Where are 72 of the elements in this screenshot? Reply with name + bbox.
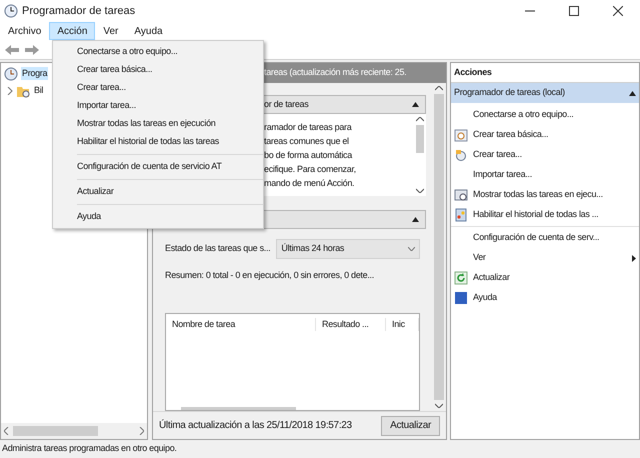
status-text: Administra tareas programadas en otro equipo. (0, 440, 640, 458)
column-header[interactable]: Inic (386, 318, 419, 332)
horizontal-scrollbar[interactable] (1, 423, 147, 439)
back-arrow-icon[interactable] (4, 44, 20, 56)
scroll-left-icon[interactable] (4, 427, 9, 435)
menu-option[interactable]: Crear tarea... (77, 81, 126, 95)
menu-option[interactable]: Ayuda (77, 210, 101, 224)
scrollbar-thumb[interactable] (416, 125, 424, 153)
menu-item[interactable]: Ver (95, 22, 126, 40)
menu-option[interactable]: Habilitar el historial de todas las tareas (77, 135, 219, 149)
menu-option[interactable]: Crear tarea básica... (77, 63, 152, 77)
section-title: or de tareas (264, 98, 308, 111)
action-link[interactable]: Configuración de cuenta de serv... (473, 231, 600, 245)
description-line: mando de menú Acción. (264, 177, 356, 190)
scroll-up-icon[interactable] (435, 86, 443, 91)
action-link[interactable]: Mostrar todas las tareas en ejecu... (473, 188, 603, 202)
clock-icon (454, 148, 468, 162)
vertical-scrollbar[interactable] (432, 83, 446, 411)
action-link[interactable]: Actualizar (473, 271, 510, 285)
action-link[interactable]: Ayuda (473, 291, 497, 305)
description-line: ecifique. Para comenzar, (264, 163, 357, 176)
scroll-down-icon[interactable] (416, 188, 424, 193)
summary-text: Resumen: 0 total - 0 en ejecución, 0 sin errores, 0 dete... (165, 269, 374, 282)
window-clock-icon (454, 188, 468, 202)
refresh-button[interactable]: Actualizar (381, 416, 440, 436)
menu-option[interactable]: Actualizar (77, 185, 114, 199)
scroll-up-icon[interactable] (416, 117, 424, 122)
vertical-scrollbar[interactable] (414, 114, 426, 196)
scrollbar-thumb[interactable] (181, 407, 296, 410)
collapse-arrow-icon[interactable] (629, 90, 636, 96)
clock-icon (4, 4, 18, 18)
menu-item[interactable]: Ayuda (126, 22, 171, 40)
action-link[interactable]: Habilitar el historial de todas las ... (473, 208, 598, 222)
last-update-text: Última actualización a las 25/11/2018 19:57:23 (159, 418, 352, 433)
minimize-icon (525, 10, 535, 12)
menu-option[interactable]: Mostrar todas las tareas en ejecución (77, 117, 216, 131)
scroll-down-icon[interactable] (435, 403, 443, 408)
menu-option[interactable]: Importar tarea... (77, 99, 136, 113)
maximize-icon (569, 6, 579, 16)
collapse-arrow-icon[interactable] (412, 102, 419, 107)
description-line: ramador de tareas para (264, 121, 353, 134)
column-header[interactable]: Nombre de tarea (166, 318, 316, 332)
status-filter-label: Estado de las tareas que s... (165, 242, 270, 256)
tree-item[interactable]: Bil (33, 84, 44, 98)
description-line: tareas comunes que el (264, 135, 350, 148)
close-icon (613, 6, 623, 16)
action-link[interactable]: Crear tarea... (473, 148, 522, 162)
column-header[interactable]: Resultado ... (316, 318, 386, 332)
log-icon (454, 208, 468, 222)
time-range-dropdown[interactable]: Últimas 24 horas (276, 239, 420, 259)
menu-item[interactable]: Archivo (0, 22, 50, 40)
description-line: bo de forma automática (264, 149, 354, 162)
action-link[interactable]: Importar tarea... (473, 168, 532, 182)
scrollbar-thumb[interactable] (434, 94, 444, 400)
action-link[interactable]: Ver (473, 251, 486, 265)
scroll-right-icon[interactable] (139, 427, 144, 435)
scrollbar-thumb[interactable] (13, 426, 98, 436)
forward-arrow-icon[interactable] (24, 44, 40, 56)
dropdown-caret-icon (408, 247, 415, 251)
window-title: Programador de tareas (22, 4, 136, 19)
menu-item[interactable]: Acción (49, 22, 96, 40)
tree-item[interactable]: Progra (21, 66, 48, 80)
action-link[interactable]: Conectarse a otro equipo... (473, 108, 574, 122)
collapse-arrow-icon[interactable] (412, 217, 419, 222)
menu-option[interactable]: Conectarse a otro equipo... (77, 45, 178, 59)
action-link[interactable]: Crear tarea básica... (473, 128, 548, 142)
expand-chevron-icon[interactable] (7, 86, 13, 94)
calendar-clock-icon (454, 128, 468, 142)
actions-group-header[interactable]: Programador de tareas (local) (451, 83, 639, 103)
refresh-icon (454, 271, 468, 285)
clock-icon (4, 66, 18, 80)
menu-option[interactable]: Configuración de cuenta de servicio AT (77, 160, 222, 174)
